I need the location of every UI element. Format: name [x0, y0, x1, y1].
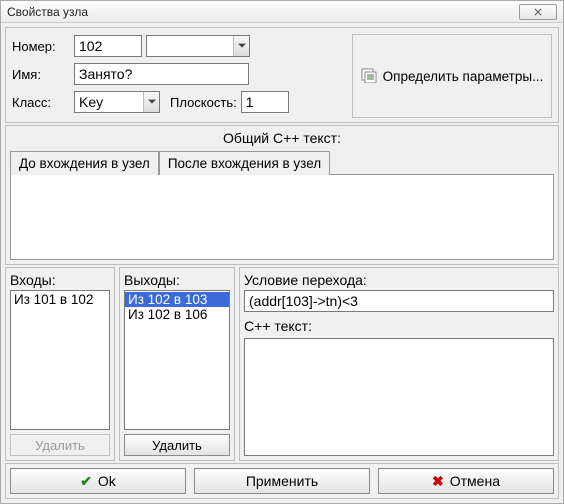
class-label: Класс:: [12, 95, 74, 110]
outputs-list[interactable]: Из 102 в 103 Из 102 в 106: [124, 290, 230, 430]
outputs-header: Выходы:: [124, 270, 230, 290]
define-params-label: Определить параметры...: [383, 69, 544, 84]
cpp-text-area[interactable]: [10, 174, 554, 260]
plane-input[interactable]: [241, 91, 289, 113]
define-params-button[interactable]: Определить параметры...: [352, 34, 552, 118]
number-input[interactable]: [74, 35, 142, 57]
ok-button[interactable]: ✔ Ok: [10, 468, 186, 494]
cancel-button[interactable]: ✖ Отмена: [378, 468, 554, 494]
chevron-down-icon: [143, 92, 159, 112]
list-item[interactable]: Из 101 в 102: [11, 292, 109, 307]
number-label: Номер:: [12, 39, 74, 54]
type-value: [147, 36, 233, 56]
inputs-header: Входы:: [10, 270, 110, 290]
check-icon: ✔: [80, 473, 92, 490]
params-icon: [361, 67, 377, 86]
tab-after-entry[interactable]: После вхождения в узел: [159, 151, 330, 175]
inputs-list[interactable]: Из 101 в 102: [10, 290, 110, 430]
common-cpp-text-label: Общий С++ текст:: [10, 128, 554, 150]
condition-input[interactable]: [244, 290, 554, 312]
class-combo[interactable]: Key: [74, 91, 160, 113]
ok-label: Ok: [98, 473, 116, 489]
list-item[interactable]: Из 102 в 103: [125, 292, 229, 307]
cancel-label: Отмена: [450, 473, 500, 489]
plane-label: Плоскость:: [170, 95, 237, 110]
delete-output-button[interactable]: Удалить: [124, 434, 230, 456]
type-combo[interactable]: [146, 35, 250, 57]
name-input[interactable]: [74, 63, 249, 85]
name-label: Имя:: [12, 67, 74, 82]
class-value: Key: [75, 92, 143, 112]
condition-cpp-textarea[interactable]: [244, 338, 554, 456]
apply-button[interactable]: Применить: [194, 468, 370, 494]
list-item[interactable]: Из 102 в 106: [125, 307, 229, 322]
apply-label: Применить: [246, 473, 318, 489]
delete-input-button: Удалить: [10, 434, 110, 456]
close-button[interactable]: [519, 4, 557, 20]
cpp-text-label: С++ текст:: [244, 316, 554, 336]
window-title: Свойства узла: [7, 5, 519, 19]
condition-header: Условие перехода:: [244, 270, 554, 290]
chevron-down-icon: [233, 36, 249, 56]
tab-before-entry[interactable]: До вхождения в узел: [10, 151, 159, 175]
close-icon: ✖: [432, 473, 444, 490]
